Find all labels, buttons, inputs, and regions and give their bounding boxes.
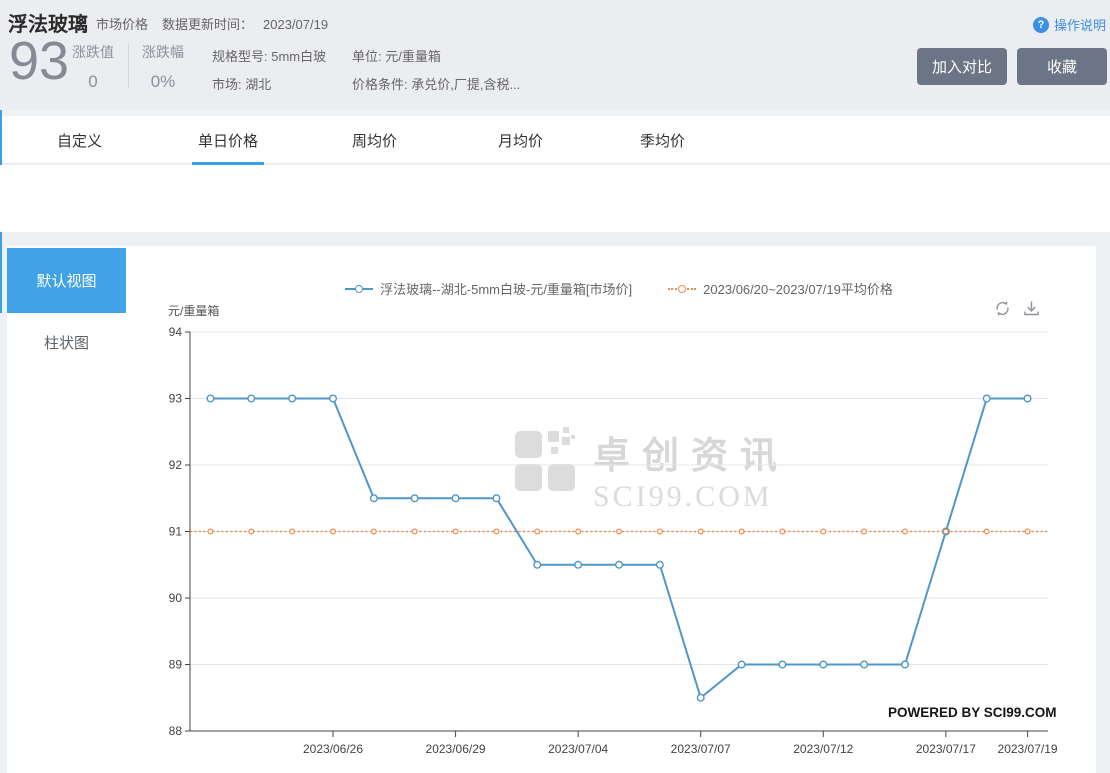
update-time-value: 2023/07/19	[263, 17, 328, 32]
favorite-button[interactable]: 收藏	[1017, 48, 1107, 85]
tab-monthly-avg[interactable]: 月均价	[498, 130, 543, 151]
help-label: 操作说明	[1054, 15, 1106, 34]
filter-row: 时间周期 1个月 3个月 1年 2023/06/20 至 2023/07/20 …	[0, 165, 1110, 232]
change-value: 0	[64, 72, 122, 92]
svg-text:2023/06/29: 2023/06/29	[426, 742, 486, 756]
spec-condition: 价格条件: 承兑价,厂提,含税...	[352, 71, 520, 99]
spec-column: 规格型号: 5mm白玻 市场: 湖北	[212, 43, 326, 99]
change-pct-label: 涨跌幅	[134, 42, 192, 62]
price-line-chart: 94 93 92 91 90 89 88 2023/06/26 2023/06/29 2023/0…	[0, 246, 1110, 773]
svg-text:90: 90	[169, 591, 183, 605]
tabs-row: 自定义 单日价格 周均价 月均价 季均价	[0, 116, 1110, 164]
unit-column: 单位: 元/重量箱 价格条件: 承兑价,厂提,含税...	[352, 43, 520, 99]
price-value: 93	[9, 33, 69, 89]
change-pct-value: 0%	[134, 72, 192, 92]
svg-text:91: 91	[169, 525, 183, 539]
vertical-divider	[128, 44, 129, 88]
tab-daily-price-label: 单日价格	[198, 133, 258, 150]
tab-daily-price[interactable]: 单日价格	[198, 130, 258, 151]
update-time: 数据更新时间： 2023/07/19	[162, 14, 328, 33]
powered-by-note: POWERED BY SCI99.COM	[888, 705, 1057, 720]
tab-quarterly-avg[interactable]: 季均价	[640, 130, 685, 151]
change-pct-column: 涨跌幅 0%	[134, 42, 192, 92]
price-type-label: 市场价格	[96, 14, 148, 33]
spec-unit: 单位: 元/重量箱	[352, 43, 520, 71]
svg-text:2023/07/04: 2023/07/04	[548, 742, 608, 756]
header: 浮法玻璃 市场价格 数据更新时间：2023/07/19 ? 操作说明 93 涨跌…	[0, 0, 1110, 110]
svg-text:2023/07/12: 2023/07/12	[793, 742, 853, 756]
spec-model: 规格型号: 5mm白玻	[212, 43, 326, 71]
change-column: 涨跌值 0	[64, 42, 122, 92]
svg-text:88: 88	[169, 724, 183, 738]
svg-text:2023/06/26: 2023/06/26	[303, 742, 363, 756]
svg-text:89: 89	[169, 658, 183, 672]
update-time-label: 数据更新时间：	[162, 17, 253, 32]
change-label: 涨跌值	[64, 42, 122, 62]
tab-custom[interactable]: 自定义	[57, 130, 102, 151]
svg-text:94: 94	[169, 325, 183, 339]
svg-text:2023/07/19: 2023/07/19	[998, 742, 1058, 756]
svg-text:2023/07/07: 2023/07/07	[671, 742, 731, 756]
svg-text:92: 92	[169, 458, 183, 472]
svg-text:2023/07/17: 2023/07/17	[916, 742, 976, 756]
spec-market: 市场: 湖北	[212, 71, 326, 99]
svg-text:93: 93	[169, 392, 183, 406]
help-button[interactable]: ? 操作说明	[1033, 15, 1106, 34]
add-compare-button[interactable]: 加入对比	[917, 48, 1007, 85]
question-icon: ?	[1033, 17, 1049, 33]
tab-weekly-avg[interactable]: 周均价	[352, 130, 397, 151]
